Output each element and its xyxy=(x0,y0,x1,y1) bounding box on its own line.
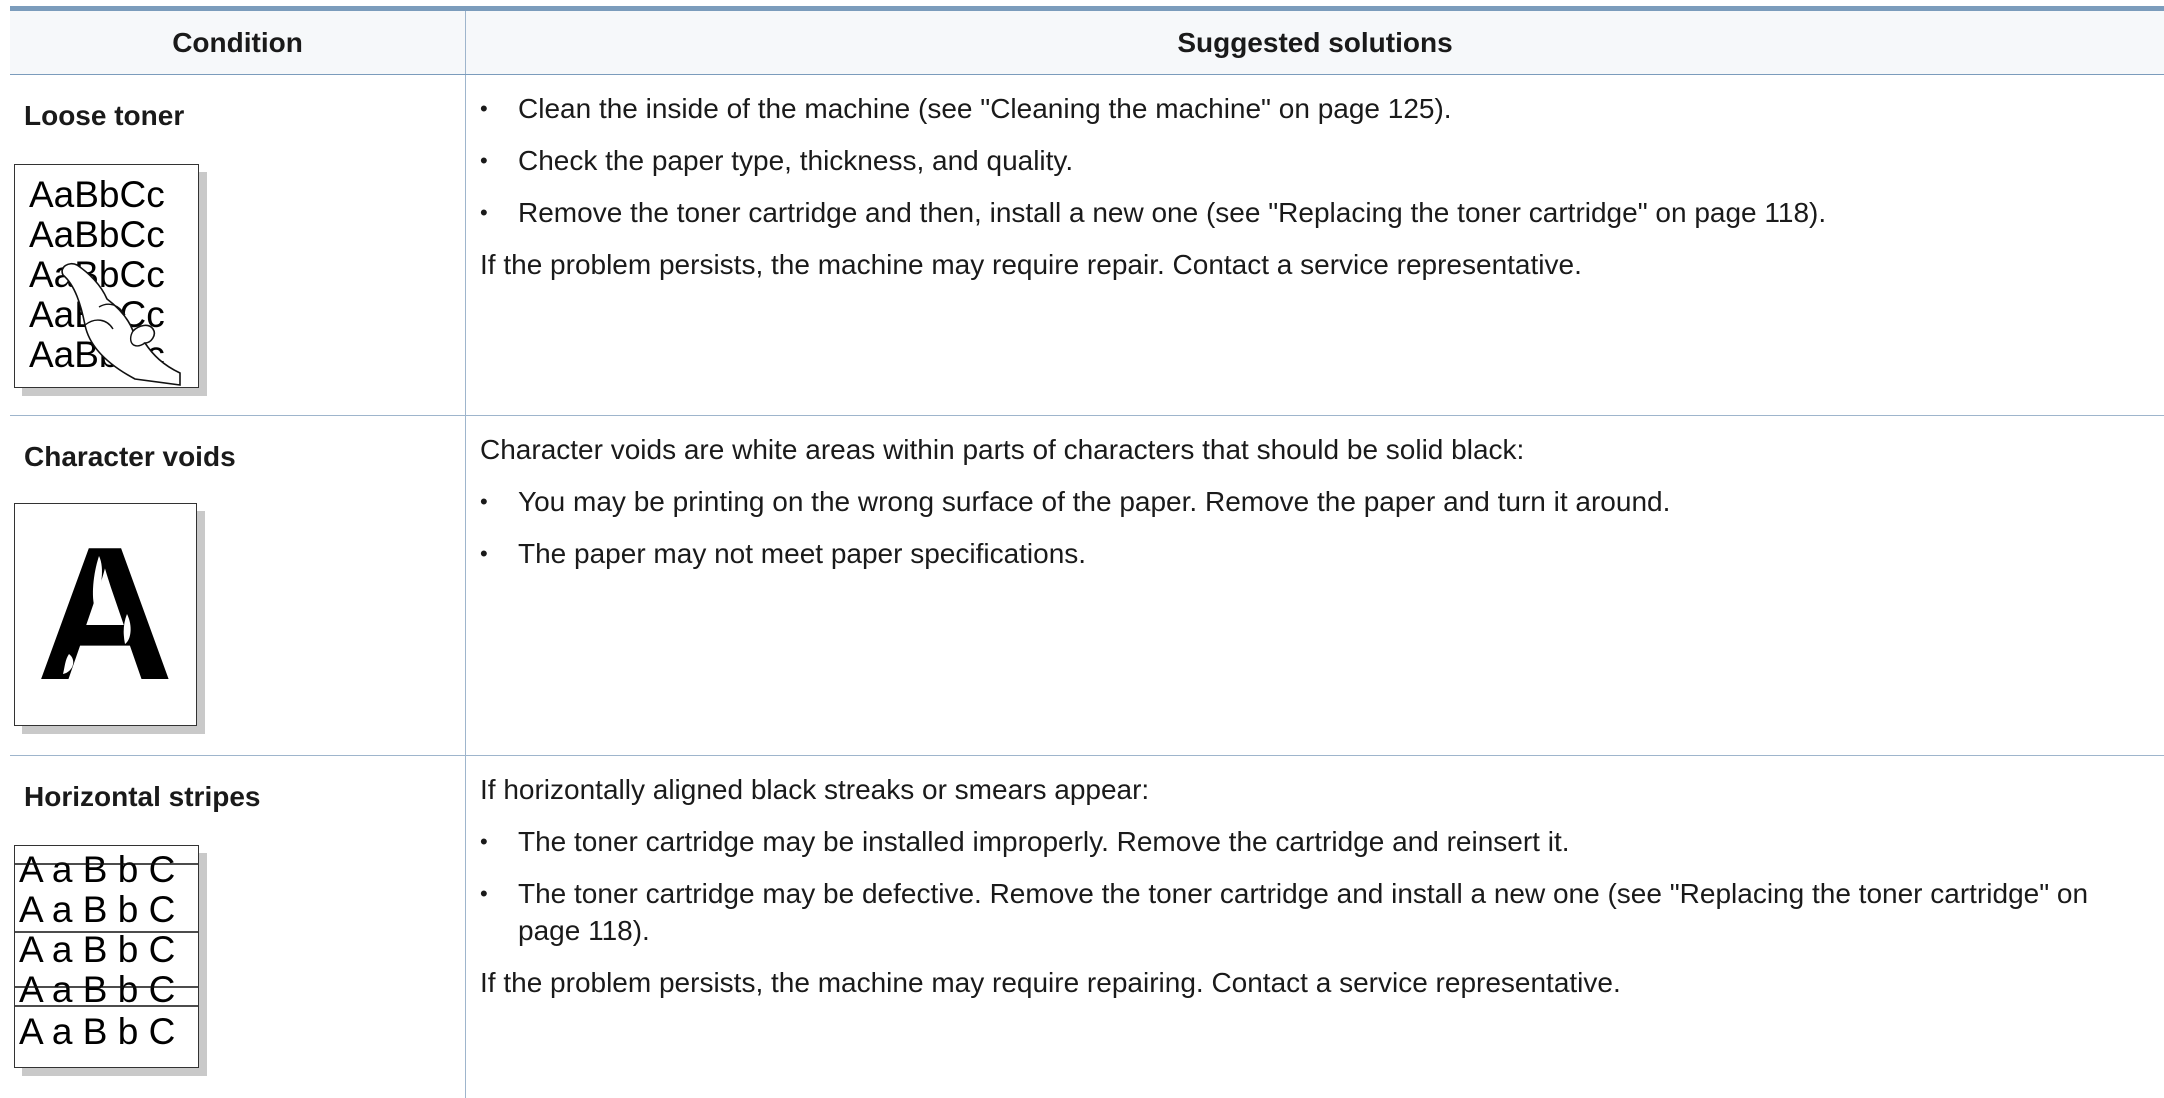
bullet-icon: • xyxy=(480,535,488,572)
bullet-icon: • xyxy=(480,90,488,127)
condition-cell: Loose toner AaBbCc AaBbCc AaBbCc AaBbCc … xyxy=(10,75,466,416)
condition-cell: Character voids A xyxy=(10,416,466,756)
sample-line: A a B b C xyxy=(19,849,175,890)
troubleshooting-table: Condition Suggested solutions Loose tone… xyxy=(10,11,2164,1098)
solution-intro: Character voids are white areas within p… xyxy=(480,431,2163,468)
solutions-cell: Character voids are white areas within p… xyxy=(466,416,2164,756)
solution-item: •Remove the toner cartridge and then, in… xyxy=(480,194,2163,231)
sample-line: AaBbCc xyxy=(29,174,165,215)
bullet-icon: • xyxy=(480,483,488,520)
solution-item: •Check the paper type, thickness, and qu… xyxy=(480,142,2163,179)
sample-line: A a B b C xyxy=(19,969,175,1010)
sample-letter: A xyxy=(36,508,173,720)
condition-name: Character voids xyxy=(11,417,464,474)
sample-line: A a B b C xyxy=(19,929,175,970)
condition-name: Loose toner xyxy=(11,76,464,133)
condition-name: Horizontal stripes xyxy=(11,757,464,814)
solutions-cell: If horizontally aligned black streaks or… xyxy=(466,756,2164,1098)
sample-line: A a B b C xyxy=(19,889,175,930)
header-suggested-solutions: Suggested solutions xyxy=(466,11,2164,75)
bullet-icon: • xyxy=(480,142,488,179)
solution-item: •The paper may not meet paper specificat… xyxy=(480,535,2163,572)
loose-toner-illustration: AaBbCc AaBbCc AaBbCc AaBbCc AaBbCc xyxy=(15,165,198,387)
sample-line: AaBbCc xyxy=(29,214,165,255)
solution-item: •The toner cartridge may be installed im… xyxy=(480,823,2163,860)
solution-intro: If horizontally aligned black streaks or… xyxy=(480,771,2163,808)
solution-footer: If the problem persists, the machine may… xyxy=(480,246,2163,283)
solution-item: •The toner cartridge may be defective. R… xyxy=(480,875,2163,949)
solution-item: •Clean the inside of the machine (see "C… xyxy=(480,90,2163,127)
table-row: Character voids A Character xyxy=(10,416,2164,756)
table-header-row: Condition Suggested solutions xyxy=(10,11,2164,75)
table-row: Loose toner AaBbCc AaBbCc AaBbCc AaBbCc … xyxy=(10,75,2164,416)
character-voids-illustration: A xyxy=(15,504,196,725)
condition-cell: Horizontal stripes A a B b C A a B b C A… xyxy=(10,756,466,1098)
solutions-cell: •Clean the inside of the machine (see "C… xyxy=(466,75,2164,416)
solution-item: •You may be printing on the wrong surfac… xyxy=(480,483,2163,520)
bullet-icon: • xyxy=(480,823,488,860)
solution-footer: If the problem persists, the machine may… xyxy=(480,964,2163,1001)
table-row: Horizontal stripes A a B b C A a B b C A… xyxy=(10,756,2164,1098)
bullet-icon: • xyxy=(480,194,488,231)
sample-line: A a B b C xyxy=(19,1011,175,1052)
bullet-icon: • xyxy=(480,875,488,912)
horizontal-stripes-illustration: A a B b C A a B b C A a B b C A a B b C … xyxy=(15,846,198,1067)
header-condition: Condition xyxy=(10,11,466,75)
